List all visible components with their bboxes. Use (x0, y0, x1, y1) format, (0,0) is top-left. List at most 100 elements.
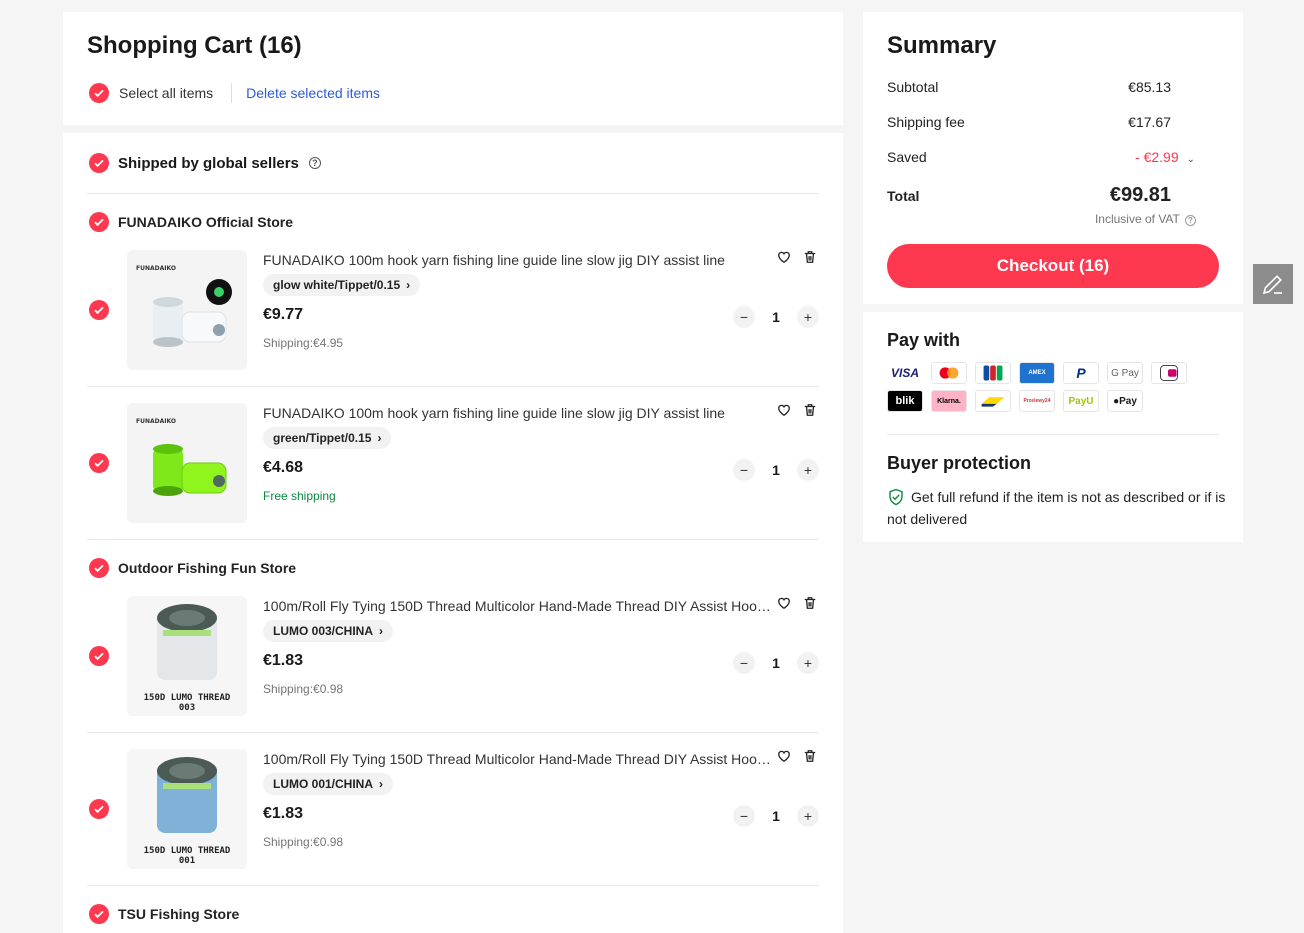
spool-green-image: FUNADAIKO (127, 403, 247, 523)
thread-spool-white-image: 150D LUMO THREAD 003 (127, 596, 247, 716)
item-checkbox[interactable] (89, 300, 109, 320)
item-checkbox[interactable] (89, 799, 109, 819)
item-checkbox[interactable] (89, 646, 109, 666)
heart-icon[interactable] (777, 403, 791, 417)
payment-logos: VISA AMEX P G Pay blik Klarna. Przelewy2… (887, 362, 1207, 412)
trash-icon[interactable] (803, 250, 817, 264)
payment-panel: Pay with VISA AMEX P G Pay blik Klarna. … (863, 312, 1243, 542)
total-value: €99.81 (1109, 184, 1171, 206)
info-icon[interactable]: ? (1185, 215, 1196, 226)
total-label: Total (887, 187, 920, 204)
check-icon (94, 159, 104, 168)
cart-item: FUNADAIKO FUNADAIKO 100m hook yarn fishi… (87, 403, 819, 525)
payu-icon: PayU (1063, 390, 1099, 412)
chevron-down-icon[interactable]: ⌄ (1187, 154, 1195, 165)
qty-increase-button[interactable]: + (797, 805, 819, 827)
item-price: €1.83 (263, 652, 304, 669)
trash-icon[interactable] (803, 403, 817, 417)
blik-icon: blik (887, 390, 923, 412)
jcb-icon (975, 362, 1011, 384)
cart-list-panel: Shipped by global sellers ? FUNADAIKO Of… (63, 133, 843, 933)
vat-note: Inclusive of VAT ? (1095, 212, 1196, 226)
thread-label-text: 150D LUMO THREAD (144, 693, 231, 703)
buyer-protection-text: Get full refund if the item is not as de… (887, 488, 1226, 527)
product-image[interactable]: FUNADAIKO (127, 250, 247, 370)
heart-icon[interactable] (777, 596, 791, 610)
select-all-checkbox[interactable] (89, 83, 109, 103)
check-icon (94, 652, 104, 661)
variant-selector[interactable]: glow white/Tippet/0.15 › (263, 274, 421, 296)
variant-selector[interactable]: LUMO 001/CHINA › (263, 773, 394, 795)
qty-decrease-button[interactable]: − (733, 652, 755, 674)
floating-edit-button[interactable] (1253, 264, 1293, 304)
qty-value[interactable]: 1 (755, 309, 797, 325)
check-icon (94, 459, 104, 468)
shipping-group-label: Shipped by global sellers (118, 154, 299, 172)
heart-icon[interactable] (777, 749, 791, 763)
divider (87, 732, 819, 733)
check-icon (94, 306, 104, 315)
qty-increase-button[interactable]: + (797, 306, 819, 328)
store-checkbox[interactable] (89, 904, 109, 924)
qty-value[interactable]: 1 (755, 808, 797, 824)
brand-text: FUNADAIKO (136, 418, 176, 425)
store-name[interactable]: TSU Fishing Store (118, 906, 239, 922)
variant-label: green/Tippet/0.15 (273, 431, 372, 445)
qty-value[interactable]: 1 (755, 462, 797, 478)
chevron-right-icon: › (379, 777, 384, 791)
qty-value[interactable]: 1 (755, 655, 797, 671)
heart-icon[interactable] (777, 250, 791, 264)
trash-icon[interactable] (803, 596, 817, 610)
subtotal-row: Subtotal €85.13 (887, 79, 1195, 95)
mastercard-icon (931, 362, 967, 384)
product-image[interactable]: 150D LUMO THREAD 003 (127, 596, 247, 716)
qty-increase-button[interactable]: + (797, 652, 819, 674)
item-title[interactable]: 100m/Roll Fly Tying 150D Thread Multicol… (263, 598, 773, 614)
chevron-right-icon: › (379, 624, 384, 638)
qty-decrease-button[interactable]: − (733, 459, 755, 481)
saved-row[interactable]: Saved - €2.99 ⌄ (887, 149, 1195, 165)
group-checkbox[interactable] (89, 153, 109, 173)
store-checkbox[interactable] (89, 212, 109, 232)
item-checkbox[interactable] (89, 453, 109, 473)
thread-code-text: 003 (179, 703, 195, 713)
select-all-label[interactable]: Select all items (119, 85, 213, 101)
buyer-protection-title: Buyer protection (887, 453, 1032, 473)
info-icon[interactable]: ? (308, 157, 321, 169)
item-title[interactable]: 100m/Roll Fly Tying 150D Thread Multicol… (263, 751, 773, 767)
qty-increase-button[interactable]: + (797, 459, 819, 481)
przelewy24-icon: Przelewy24 (1019, 390, 1055, 412)
store-row: TSU Fishing Store (89, 904, 239, 924)
qty-decrease-button[interactable]: − (733, 805, 755, 827)
product-image[interactable]: FUNADAIKO (127, 403, 247, 523)
product-image[interactable]: 150D LUMO THREAD 001 (127, 749, 247, 869)
visa-icon: VISA (890, 366, 919, 380)
item-title[interactable]: FUNADAIKO 100m hook yarn fishing line gu… (263, 252, 773, 268)
klarna-icon: Klarna. (931, 390, 967, 412)
variant-label: glow white/Tippet/0.15 (273, 278, 401, 292)
checkout-button[interactable]: Checkout (16) (887, 244, 1219, 288)
variant-label: LUMO 003/CHINA (273, 624, 374, 638)
store-name[interactable]: Outdoor Fishing Fun Store (118, 560, 296, 576)
item-title[interactable]: FUNADAIKO 100m hook yarn fishing line gu… (263, 405, 773, 421)
divider (87, 386, 819, 387)
amex-icon: AMEX (1019, 362, 1055, 384)
check-icon (94, 805, 104, 814)
delete-selected-link[interactable]: Delete selected items (246, 85, 380, 101)
store-checkbox[interactable] (89, 558, 109, 578)
variant-label: LUMO 001/CHINA (273, 777, 374, 791)
thread-label-text: 150D LUMO THREAD (144, 846, 231, 856)
divider (87, 885, 819, 886)
store-name[interactable]: FUNADAIKO Official Store (118, 214, 293, 230)
item-actions (777, 596, 817, 610)
qty-decrease-button[interactable]: − (733, 306, 755, 328)
quantity-stepper: − 1 + (733, 306, 819, 328)
trash-icon[interactable] (803, 749, 817, 763)
vat-text: Inclusive of VAT (1094, 212, 1180, 226)
variant-selector[interactable]: LUMO 003/CHINA › (263, 620, 394, 642)
variant-selector[interactable]: green/Tippet/0.15 › (263, 427, 392, 449)
paypal-icon: P (1063, 362, 1099, 384)
thread-code-text: 001 (179, 856, 195, 866)
shipping-fee-value: €17.67 (1128, 114, 1171, 130)
spool-white-image: FUNADAIKO (127, 250, 247, 370)
